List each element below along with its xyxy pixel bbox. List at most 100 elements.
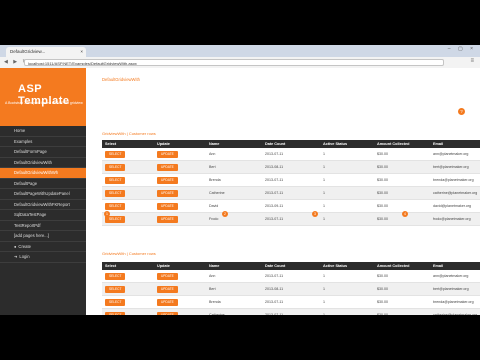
letterbox-bottom: [0, 315, 480, 360]
select-button-cell: SELECT: [102, 148, 154, 161]
page-content: ASP Template A Bootstrap 3 template base…: [0, 68, 480, 315]
table-row: SELECT UPDATE Brenda 2013-07-11 1 $30.00 brend…: [102, 173, 480, 187]
sidebar-item-2[interactable]: DefaultFormPage: [0, 147, 86, 158]
update-button[interactable]: UPDATE: [157, 150, 178, 158]
sidebar-item-label: [add pages here...]: [14, 233, 49, 238]
url-input[interactable]: localhost:1511/ASP.NET/Examples/DefaultG…: [24, 59, 444, 66]
sidebar-item-9[interactable]: TestReportPdf: [0, 221, 86, 231]
browser-tab[interactable]: DefaultGridview... ×: [6, 47, 86, 57]
date-cell: 2013-08-11: [262, 160, 320, 174]
column-header[interactable]: Active Status: [320, 140, 374, 148]
table-row: SELECT UPDATE Catherine 2013-07-11 1 $30.00 ca…: [102, 186, 480, 200]
pager-page-0[interactable]: 1: [104, 211, 110, 217]
column-header[interactable]: Amount Collected: [374, 140, 430, 148]
update-button[interactable]: UPDATE: [157, 285, 178, 293]
select-button[interactable]: SELECT: [105, 272, 126, 280]
column-header[interactable]: Email: [430, 262, 480, 270]
sidebar-item-7[interactable]: DefaultGridviewWithFKReport: [0, 200, 86, 210]
name-cell: Brenda: [206, 173, 262, 187]
date-cell: 2013-07-11: [262, 148, 320, 161]
sidebar-item-label: DefaultGridviewWithFKReport: [14, 201, 70, 207]
status-cell: 1: [320, 270, 374, 283]
status-cell: 1: [320, 295, 374, 309]
sidebar-item-5[interactable]: DefaultPage: [0, 179, 86, 189]
close-tab-icon[interactable]: ×: [80, 47, 83, 57]
column-header[interactable]: Update: [154, 140, 206, 148]
grid2-caption: GridviewWith | Customer rows: [102, 251, 156, 256]
update-button-cell: UPDATE: [154, 270, 206, 283]
table-row: SELECT UPDATE Brenda 2013-07-11 1 $30.00 brend…: [102, 295, 480, 309]
select-button[interactable]: SELECT: [105, 163, 126, 171]
column-header[interactable]: Update: [154, 262, 206, 270]
update-button[interactable]: UPDATE: [157, 176, 178, 184]
sidebar-item-label: Home: [14, 128, 26, 133]
status-cell: 1: [320, 282, 374, 296]
status-cell: 1: [320, 160, 374, 174]
select-button-cell: SELECT: [102, 270, 154, 283]
status-cell: 1: [320, 173, 374, 187]
sidebar-item-6[interactable]: DefaultPageWithUpdatePanel: [0, 189, 86, 200]
pager-page-2[interactable]: 3: [312, 211, 318, 217]
menu-icon[interactable]: ≡: [470, 58, 474, 64]
name-cell: Ann: [206, 270, 262, 283]
brand-header: ASP Template A Bootstrap 3 template base…: [0, 68, 86, 126]
sidebar-item-4[interactable]: DefaultGridviewWithWh: [0, 168, 86, 179]
status-cell: 1: [320, 186, 374, 200]
select-button[interactable]: SELECT: [105, 298, 126, 306]
column-header[interactable]: Amount Collected: [374, 262, 430, 270]
sidebar-item-3[interactable]: DefaultGridviewWith: [0, 158, 86, 168]
table-row: SELECT UPDATE Bert 2013-08-11 1 $30.00 bert@pl…: [102, 160, 480, 174]
pager-page-1[interactable]: 2: [222, 211, 228, 217]
sidebar-item-0[interactable]: Home: [0, 126, 86, 137]
update-button-cell: UPDATE: [154, 282, 206, 296]
sidebar-item-1[interactable]: Examples: [0, 137, 86, 147]
user-icon: ●: [14, 243, 17, 249]
sidebar-item-label: DefaultFormPage: [14, 149, 47, 154]
select-button[interactable]: SELECT: [105, 176, 126, 184]
name-cell: Ann: [206, 148, 262, 161]
update-button-cell: UPDATE: [154, 148, 206, 161]
table-row: SELECT UPDATE Ann 2013-07-11 1 $30.00 ann@plan…: [102, 270, 480, 283]
sidebar-item-12[interactable]: ➜ Login: [0, 252, 86, 263]
email-cell: bert@planetmaker.org: [430, 160, 480, 174]
select-button[interactable]: SELECT: [105, 285, 126, 293]
window-controls[interactable]: – ▢ ×: [448, 46, 476, 52]
select-button-cell: SELECT: [102, 282, 154, 296]
column-header[interactable]: Email: [430, 140, 480, 148]
sidebar-item-11[interactable]: ● Create: [0, 242, 86, 252]
column-header[interactable]: Name: [206, 140, 262, 148]
update-button[interactable]: UPDATE: [157, 202, 178, 210]
update-button[interactable]: UPDATE: [157, 189, 178, 197]
grid1-header-row: Select Update Name Date Count Active Status A…: [102, 140, 480, 148]
sidebar-item-label: DefaultPageWithUpdatePanel: [14, 191, 70, 196]
update-button[interactable]: UPDATE: [157, 163, 178, 171]
column-header[interactable]: Select: [102, 140, 154, 148]
column-header[interactable]: Select: [102, 262, 154, 270]
select-button[interactable]: SELECT: [105, 202, 126, 210]
tab-bar: DefaultGridview... × – ▢ ×: [0, 45, 480, 57]
column-header[interactable]: Name: [206, 262, 262, 270]
sidebar-item-10[interactable]: [add pages here...]: [0, 231, 86, 242]
email-cell: ann@planetmaker.org: [430, 148, 480, 161]
select-button-cell: SELECT: [102, 186, 154, 200]
grid2-table: Select Update Name Date Count Active Status A…: [102, 262, 480, 315]
column-header[interactable]: Date Count: [262, 262, 320, 270]
sidebar-item-8[interactable]: SqlDataTestPage: [0, 210, 86, 221]
tagline: A Bootstrap 3 template based on ASP.net …: [5, 101, 83, 105]
table-row: SELECT UPDATE Bert 2013-08-11 1 $30.00 bert@pl…: [102, 282, 480, 296]
update-button[interactable]: UPDATE: [157, 298, 178, 306]
email-cell: brenda@planetmaker.org: [430, 173, 480, 187]
name-cell: Bert: [206, 282, 262, 296]
sidebar-item-label: SqlDataTestPage: [14, 212, 47, 217]
grid2-header-row: Select Update Name Date Count Active Status A…: [102, 262, 480, 270]
sidebar-item-label: DefaultGridviewWith: [14, 159, 52, 165]
sidebar-item-label: DefaultPage: [14, 180, 38, 186]
email-cell: brenda@planetmaker.org: [430, 295, 480, 309]
pager-page-3[interactable]: 4: [402, 211, 408, 217]
update-button[interactable]: UPDATE: [157, 272, 178, 280]
help-icon[interactable]: ?: [458, 108, 465, 115]
column-header[interactable]: Active Status: [320, 262, 374, 270]
select-button[interactable]: SELECT: [105, 189, 126, 197]
select-button[interactable]: SELECT: [105, 150, 126, 158]
column-header[interactable]: Date Count: [262, 140, 320, 148]
